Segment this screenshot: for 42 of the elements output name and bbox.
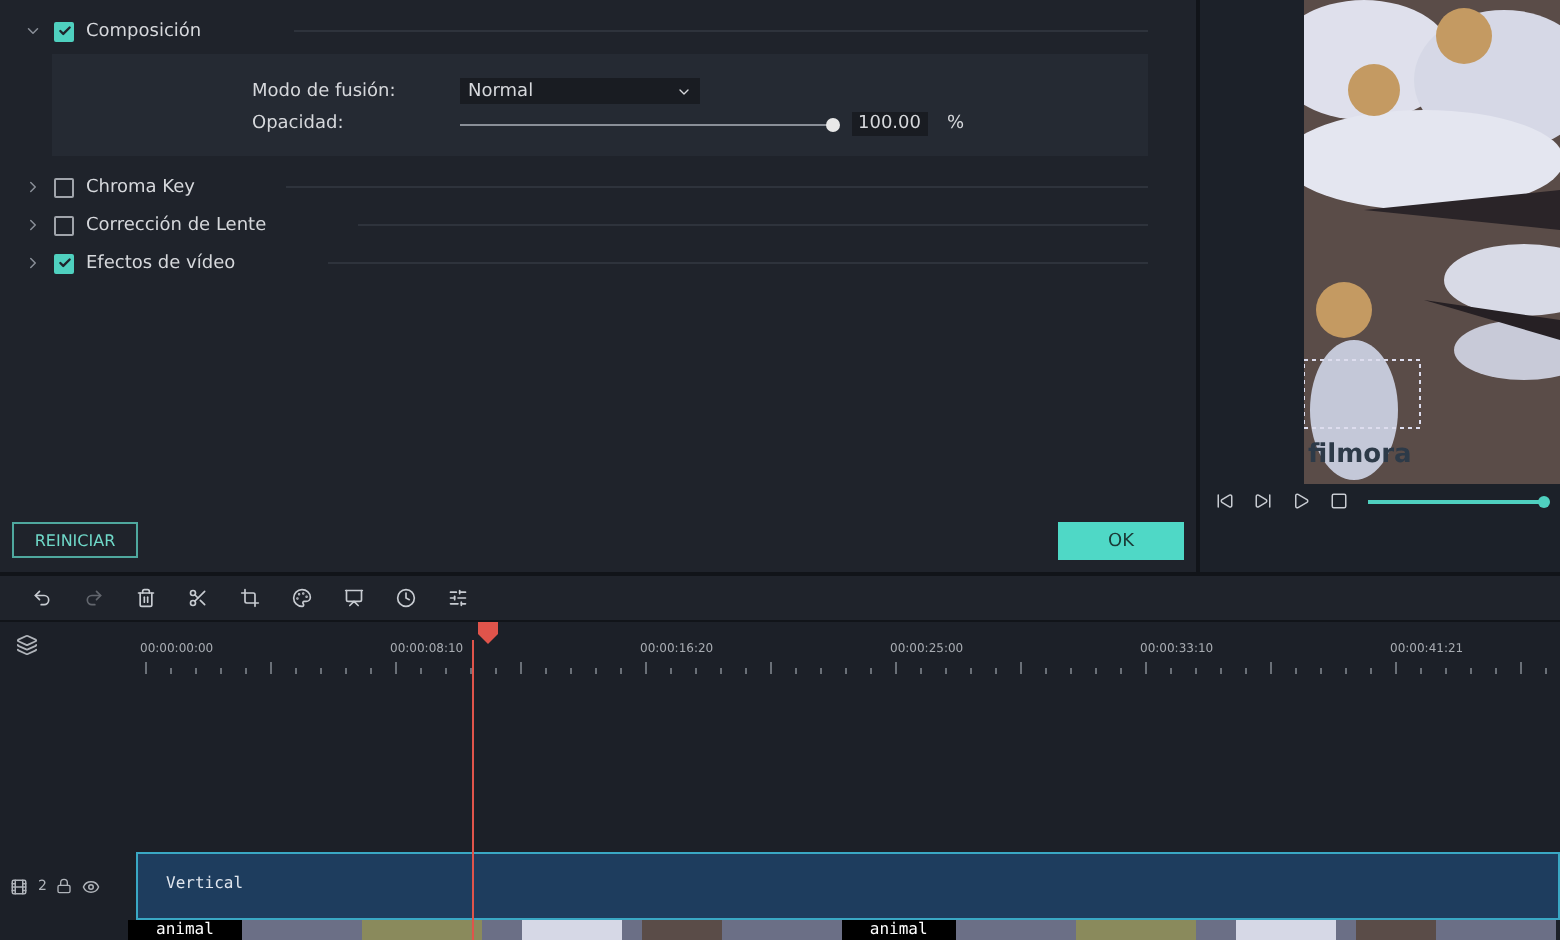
checkbox[interactable]	[54, 21, 74, 41]
lock-icon[interactable]	[56, 878, 73, 894]
palette-icon[interactable]	[292, 588, 312, 608]
checkbox[interactable]	[54, 177, 74, 197]
timeline-clip[interactable]: Vertical	[136, 852, 1560, 920]
previous-frame-icon[interactable]	[1216, 492, 1234, 510]
ok-button[interactable]: OK	[1058, 522, 1184, 560]
media-label: animal	[841, 920, 956, 940]
crop-icon[interactable]	[240, 588, 260, 608]
expand-icon[interactable]	[24, 178, 42, 196]
blend-mode-dropdown[interactable]: Normal	[460, 78, 700, 104]
opacity-label: Opacidad:	[252, 114, 346, 134]
effect-label: Corrección de Lente	[86, 215, 267, 235]
undo-icon[interactable]	[32, 588, 52, 608]
expand-icon[interactable]	[24, 254, 42, 272]
track-icon	[10, 877, 28, 895]
blend-mode-label: Modo de fusión:	[252, 81, 398, 101]
easel-icon[interactable]	[344, 588, 364, 608]
expand-icon[interactable]	[24, 22, 42, 40]
playhead-icon[interactable]	[477, 622, 498, 646]
checkbox[interactable]	[54, 253, 74, 273]
scissors-icon[interactable]	[188, 588, 208, 608]
reset-button[interactable]: REINICIAR	[12, 522, 138, 558]
stop-icon[interactable]	[1330, 492, 1348, 510]
expand-icon[interactable]	[24, 216, 42, 234]
opacity-field[interactable]: 100.00	[852, 112, 927, 136]
eye-icon[interactable]	[82, 877, 101, 895]
play-icon[interactable]	[1292, 492, 1310, 510]
effect-label: Chroma Key	[86, 177, 195, 197]
clip-label: Vertical	[166, 874, 244, 892]
percent-label: %	[947, 114, 965, 134]
trash-icon[interactable]	[136, 588, 156, 608]
effect-label: Composición	[86, 21, 202, 41]
redo-icon[interactable]	[84, 588, 104, 608]
next-frame-icon[interactable]	[1254, 492, 1272, 510]
clock-icon[interactable]	[396, 588, 416, 608]
media-label: animal	[128, 920, 242, 940]
add-track-icon[interactable]	[16, 634, 38, 656]
checkbox[interactable]	[54, 215, 74, 235]
sliders-icon[interactable]	[448, 588, 468, 608]
effect-label: Efectos de vídeo	[86, 253, 236, 273]
slider-thumb[interactable]	[826, 117, 840, 131]
